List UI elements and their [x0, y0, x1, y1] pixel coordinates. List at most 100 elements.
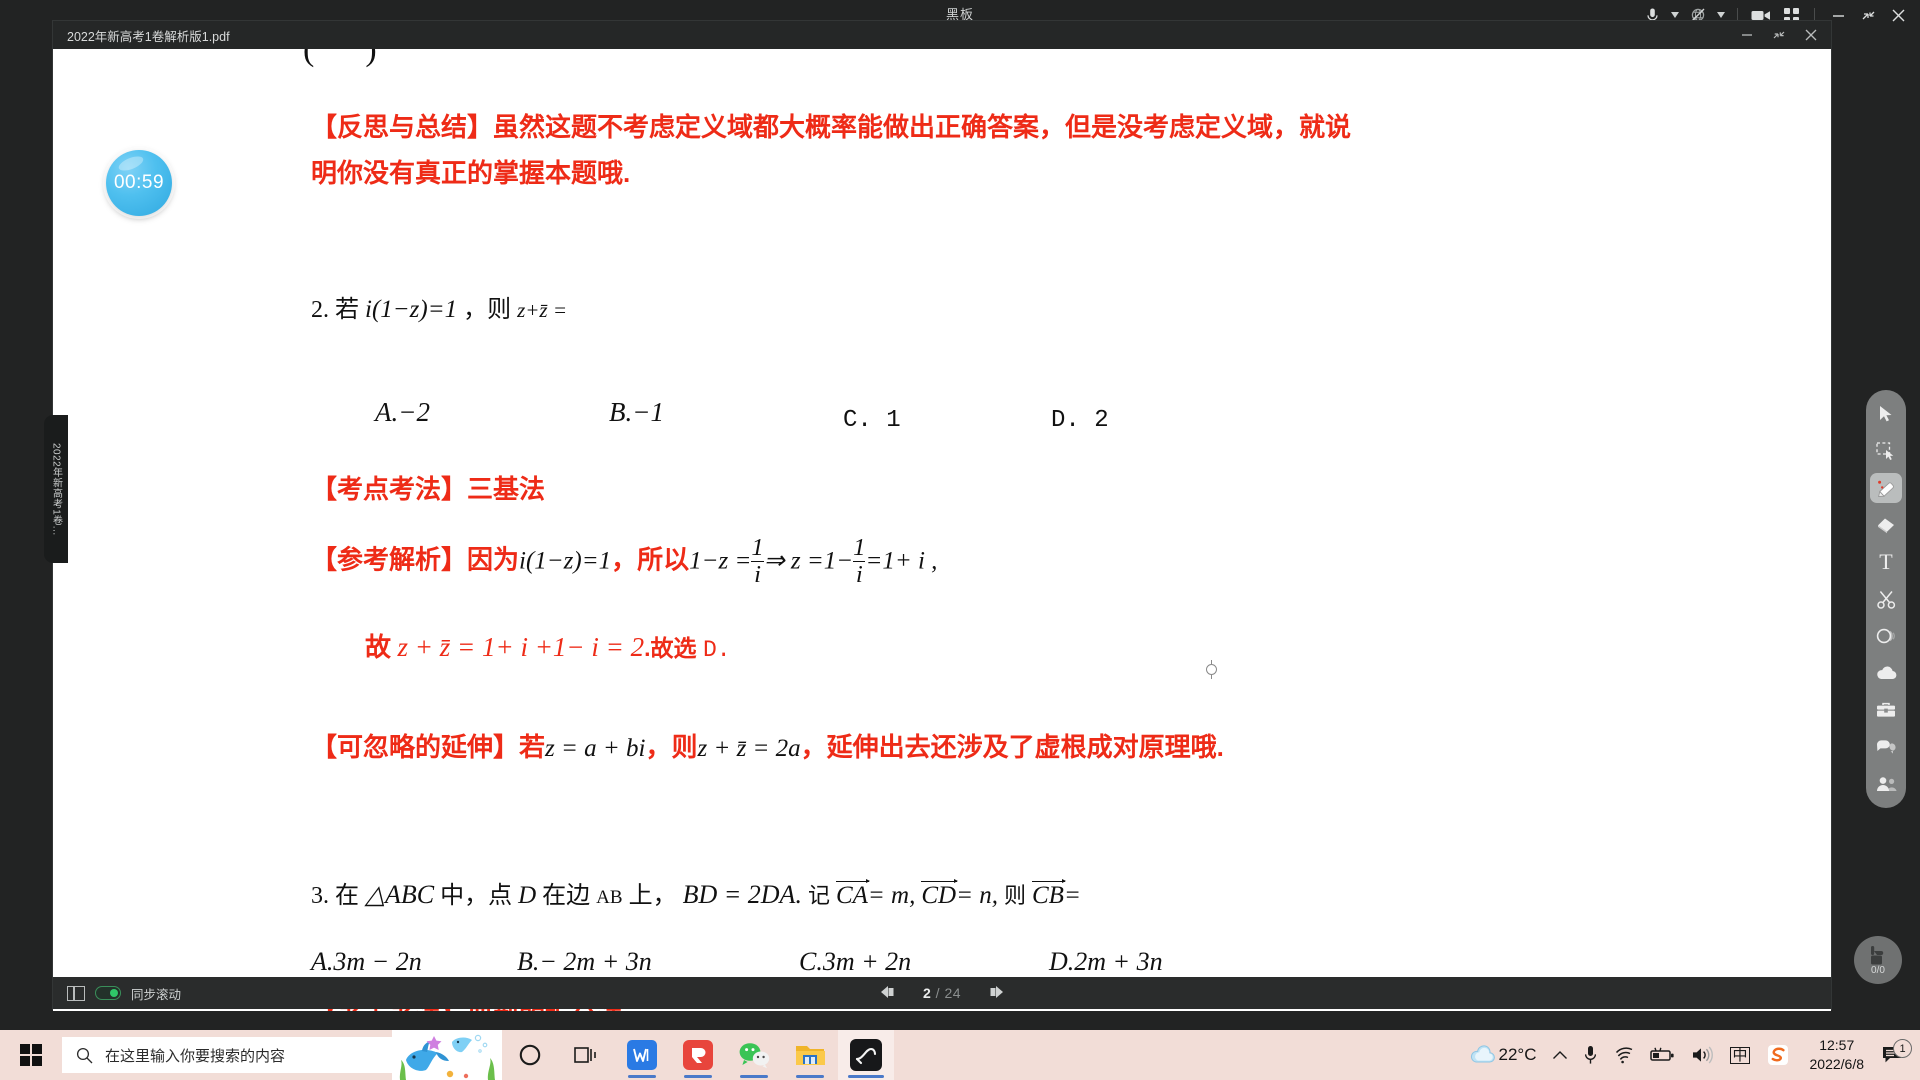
pdf-tab[interactable]: 2022年新高考1卷解析版1.pdf	[53, 26, 230, 45]
q3-s2: 中，点	[440, 882, 513, 909]
chat-icon[interactable]	[1870, 732, 1902, 762]
cortana-icon[interactable]	[502, 1030, 558, 1080]
previous-page-button[interactable]	[880, 985, 897, 1002]
pdf-restore-icon[interactable]	[1765, 23, 1793, 47]
windows-logo-icon	[20, 1044, 42, 1066]
close-icon[interactable]	[1884, 2, 1912, 28]
q2-stem-mid: ，则	[463, 296, 512, 323]
clock-date: 2022/6/8	[1809, 1056, 1865, 1072]
pdf-page-canvas[interactable]: ( ) 【反思与总结】虽然这题不考虑定义域都大概率能做出正确答案，但是没考虑定义…	[53, 49, 1831, 1011]
pen-icon[interactable]	[1870, 473, 1902, 503]
q2-expr-2: z+z̄ =	[517, 298, 568, 322]
pdf-viewer-window: 2022年新高考1卷解析版1.pdf ( ) 【反思与总结】虽然这题不考虑定义域…	[52, 20, 1832, 1011]
text-tool-glyph: T	[1879, 549, 1893, 574]
reflection-text-1: 虽然这题不考虑定义域都大概率能做出正确答案，但是没考虑定义域，就说	[493, 112, 1352, 142]
q3-option-c: C.3m + 2n	[799, 947, 912, 976]
q3-cb-equals: =	[1063, 882, 1081, 909]
raise-hand-button[interactable]: 0/0	[1854, 936, 1902, 984]
q2-extension-mid: ，则	[645, 732, 698, 762]
scissors-icon[interactable]	[1870, 584, 1902, 614]
clock[interactable]: 12:57 2022/6/8	[1798, 1036, 1877, 1074]
restore-icon[interactable]	[1854, 2, 1882, 28]
q2-option-a: A.−2	[375, 397, 430, 427]
clipped-formula-top: ( )	[303, 49, 377, 68]
volume-icon[interactable]	[1684, 1030, 1722, 1080]
page-separator: /	[935, 985, 941, 1001]
start-button[interactable]	[0, 1030, 62, 1080]
cloud-icon	[1470, 1045, 1495, 1063]
current-page: 2	[922, 985, 932, 1001]
q2-solution-line-1: 【参考解析】因为i(1−z)=1，所以1−z = 1 i ⇒ z =1− 1 i =1+ i…	[311, 534, 938, 588]
total-pages: 24	[944, 985, 962, 1001]
cortana-dolphin-banner[interactable]	[392, 1030, 502, 1080]
search-input[interactable]: 在这里输入你要搜索的内容	[62, 1037, 392, 1073]
q2-expr-1: i(1−z)=1	[365, 296, 458, 323]
cursor-icon[interactable]	[1870, 399, 1902, 429]
cloud-icon[interactable]	[1870, 658, 1902, 688]
sogou-icon[interactable]	[1758, 1030, 1798, 1080]
q2-solution-expr-2c: =1+ i ,	[865, 547, 938, 575]
q2-solution-expr-1: i(1−z)=1	[519, 547, 612, 575]
annotation-cursor-marker	[1206, 660, 1217, 679]
q2-extension-line: 【可忽略的延伸】若z = a + bi，则z + z̄ = 2a，延伸出去还涉及…	[311, 727, 1224, 764]
q3-point-d: D	[518, 882, 537, 909]
q3-s5: 记	[807, 883, 830, 908]
pdf-window-controls	[1733, 21, 1825, 49]
q3-bd-relation: BD = 2DA.	[682, 880, 802, 909]
fraction-1-denominator: i	[751, 560, 764, 588]
q2-solution-expr-2b: ⇒ z =1−	[763, 547, 854, 575]
q2-option-c: C. 1	[843, 407, 901, 434]
q2-point-text: 三基法	[467, 474, 546, 504]
weather-widget[interactable]: 22°C	[1461, 1030, 1545, 1080]
text-icon[interactable]: T	[1870, 547, 1902, 577]
pdf-tool-icon[interactable]	[670, 1030, 726, 1080]
shape-circle-icon[interactable]	[1870, 621, 1902, 651]
windows-taskbar: 在这里输入你要搜索的内容 22°C 中 12:57 2022/6/8 1	[0, 1030, 1920, 1080]
next-page-button[interactable]	[987, 985, 1004, 1002]
q2-point-tag: 【考点考法】	[311, 474, 468, 504]
q3-number: 3.	[311, 883, 329, 909]
document-side-tab[interactable]: 2022年新高考1卷...	[44, 415, 68, 563]
eraser-icon[interactable]	[1870, 510, 1902, 540]
toolbox-icon[interactable]	[1870, 695, 1902, 725]
q2-solution-so: ，所以	[611, 544, 690, 575]
wechat-icon[interactable]	[726, 1030, 782, 1080]
q2-solution-answer: D.	[703, 637, 731, 663]
clock-time: 12:57	[1819, 1037, 1855, 1053]
q2-solution-tag: 【参考解析】	[311, 544, 468, 575]
blackboard-app-icon[interactable]	[838, 1030, 894, 1080]
q2-solution-because: 因为	[467, 544, 520, 575]
ime-indicator[interactable]: 中	[1722, 1030, 1757, 1080]
chevron-up-icon[interactable]	[1544, 1030, 1576, 1080]
wps-office-icon[interactable]	[614, 1030, 670, 1080]
select-marquee-icon[interactable]	[1870, 436, 1902, 466]
fraction-1-numerator: 1	[751, 534, 764, 561]
q3-cd-equals: = n,	[956, 882, 998, 909]
q2-extension-expr-1: z = a + bi	[545, 735, 646, 762]
battery-icon[interactable]	[1642, 1030, 1684, 1080]
notification-center-button[interactable]: 1	[1876, 1039, 1916, 1065]
q3-option-a: A.3m − 2n	[311, 947, 422, 976]
q3-s3: 在边	[542, 882, 591, 909]
page-navigator: 2 / 24	[53, 985, 1831, 1002]
q2-number: 2.	[311, 297, 329, 323]
countdown-timer[interactable]: 00:59	[106, 150, 172, 216]
microphone-icon[interactable]	[1576, 1030, 1605, 1080]
q2-solution-line-2: 故 z + z̄ = 1+ i +1− i = 2.故选 D.	[365, 627, 731, 664]
q3-ca-equals: = m,	[867, 882, 916, 909]
q2-solution-therefore: 故	[365, 632, 392, 662]
q2-solution-choose: .故选	[644, 635, 697, 661]
q3-s4: 上，	[628, 882, 677, 909]
wifi-icon[interactable]	[1605, 1030, 1642, 1080]
participants-icon[interactable]	[1870, 769, 1902, 799]
q2-stem-pre: 若	[335, 296, 359, 323]
pdf-close-icon[interactable]	[1797, 23, 1825, 47]
q2-extension-tag: 【可忽略的延伸】	[311, 732, 520, 762]
pdf-minimize-icon[interactable]	[1733, 23, 1761, 47]
page-indicator: 2 / 24	[923, 985, 961, 1001]
pdf-tabbar: 2022年新高考1卷解析版1.pdf	[53, 21, 1831, 49]
q2-solution-fraction-2: 1i	[853, 534, 866, 587]
fraction-2-numerator: 1	[853, 534, 866, 561]
task-view-icon[interactable]	[558, 1030, 614, 1080]
file-explorer-icon[interactable]	[782, 1030, 838, 1080]
